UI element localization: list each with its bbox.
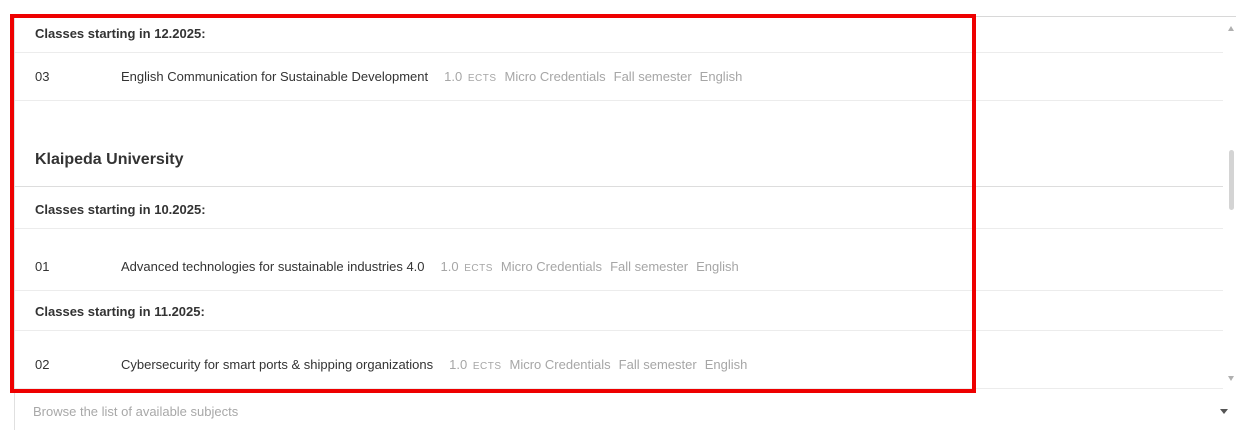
course-ects-value: 1.0 [440,259,459,274]
scrollbar-thumb[interactable] [1229,150,1234,210]
course-semester: Fall semester [613,69,692,84]
course-meta: English Communication for Sustainable De… [121,69,742,84]
course-ects-unit: ECTS [467,73,497,84]
course-semester: Fall semester [610,259,689,274]
class-group-header: Classes starting in 11.2025: [15,295,1223,331]
class-group-header: Classes starting in 10.2025: [15,193,1223,229]
course-ects-value: 1.0 [449,357,468,372]
course-number: 02 [35,357,50,372]
course-type: Micro Credentials [500,259,603,274]
course-ects-value: 1.0 [444,69,463,84]
course-row[interactable]: 01 Advanced technologies for sustainable… [15,243,1223,291]
course-title: English Communication for Sustainable De… [121,69,429,84]
course-row[interactable]: 03 English Communication for Sustainable… [15,53,1223,101]
course-number: 03 [35,69,50,84]
class-group-label: Classes starting in 12.2025: [35,26,206,41]
university-header: Klaipeda University [15,111,1223,187]
browse-subjects-dropdown[interactable]: Browse the list of available subjects [14,392,1236,430]
course-ects-unit: ECTS [464,263,493,274]
class-group-header: Classes starting in 12.2025: [15,17,1223,53]
course-title: Cybersecurity for smart ports & shipping… [121,357,434,372]
university-name: Klaipeda University [35,151,184,168]
subject-list-panel: Classes starting in 12.2025: 03 English … [14,16,1236,390]
scroll-down-icon[interactable] [1228,376,1234,381]
browse-subjects-placeholder: Browse the list of available subjects [33,404,239,419]
class-group-label: Classes starting in 10.2025: [35,202,206,217]
course-type: Micro Credentials [509,357,611,372]
course-number: 01 [35,259,50,274]
course-meta: Cybersecurity for smart ports & shipping… [121,357,747,372]
chevron-down-icon[interactable] [1220,409,1228,414]
course-language: English [704,357,748,372]
course-semester: Fall semester [618,357,697,372]
course-ects-unit: ECTS [472,361,502,372]
scroll-up-icon[interactable] [1228,26,1234,31]
course-language: English [699,69,743,84]
course-row[interactable]: 02 Cybersecurity for smart ports & shipp… [15,341,1223,389]
course-meta: Advanced technologies for sustainable in… [121,259,739,274]
class-group-label: Classes starting in 11.2025: [35,304,205,319]
course-title: Advanced technologies for sustainable in… [121,259,425,274]
course-type: Micro Credentials [504,69,606,84]
course-language: English [696,259,739,274]
